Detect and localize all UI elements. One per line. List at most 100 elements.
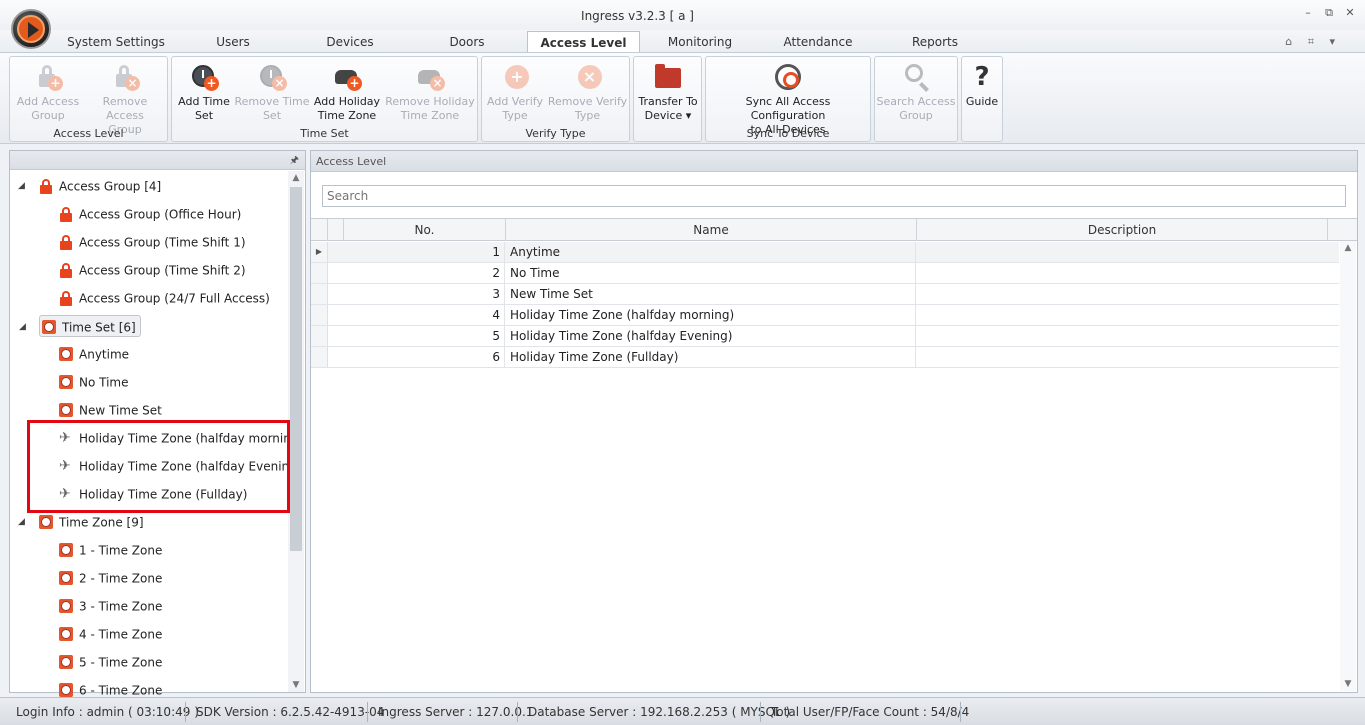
button-label: Remove Time xyxy=(234,95,310,108)
tree-item[interactable]: Access Group (Time Shift 2) xyxy=(59,259,246,281)
x-circle-icon: × xyxy=(573,62,603,92)
row-selector[interactable] xyxy=(311,305,328,325)
tab-reports[interactable]: Reports xyxy=(902,35,968,53)
tree-node-label: Access Group (Office Hour) xyxy=(79,207,242,222)
cell-name: Holiday Time Zone (Fullday) xyxy=(506,347,916,367)
search-input[interactable] xyxy=(322,185,1346,207)
grid-scrollbar[interactable]: ▲ ▼ xyxy=(1340,241,1356,691)
scroll-up-icon[interactable]: ▲ xyxy=(1343,243,1353,253)
row-selector[interactable]: ▶ xyxy=(311,242,328,262)
cell-description xyxy=(917,305,1339,325)
row-selector[interactable] xyxy=(311,347,328,367)
expand-toggle-icon[interactable]: ◢ xyxy=(18,175,25,197)
scroll-up-icon[interactable]: ▲ xyxy=(291,173,301,183)
minimize-button[interactable]: – xyxy=(1301,6,1315,20)
scroll-down-icon[interactable]: ▼ xyxy=(1343,679,1353,689)
expand-toggle-icon[interactable]: ◢ xyxy=(19,316,26,338)
tree-group-node[interactable]: ◢ Access Group [4] xyxy=(18,175,161,197)
column-header-no[interactable]: No. xyxy=(344,219,506,241)
add-access-group-button[interactable]: + Add Access Group xyxy=(12,59,84,129)
row-selector[interactable] xyxy=(311,284,328,304)
add-verify-type-button[interactable]: + Add Verify Type xyxy=(484,59,546,129)
tree-node-label: Access Group (24/7 Full Access) xyxy=(79,291,270,306)
search-access-group-button[interactable]: Search Access Group xyxy=(876,59,956,129)
status-login-info: Login Info : admin ( 03:10:49 ) xyxy=(16,705,199,719)
tree-item[interactable]: 3 - Time Zone xyxy=(59,595,162,617)
tree-scrollbar[interactable]: ▲ ▼ xyxy=(288,171,304,692)
remove-time-set-button[interactable]: × Remove Time Set xyxy=(234,59,310,129)
cell-no: 3 xyxy=(328,284,505,304)
tree-item[interactable]: Anytime xyxy=(59,343,129,365)
tree-node-label: 3 - Time Zone xyxy=(79,599,163,614)
tab-access-level[interactable]: Access Level xyxy=(527,31,640,53)
remove-verify-type-button[interactable]: × Remove Verify Type xyxy=(546,59,629,129)
tree-scroll-thumb[interactable] xyxy=(290,187,302,551)
sync-all-access-configuration-button[interactable]: Sync All Access Configuration to All Dev… xyxy=(708,59,868,136)
expand-toggle-icon[interactable]: ◢ xyxy=(18,511,25,533)
tree-item[interactable]: No Time xyxy=(59,371,129,393)
status-separator xyxy=(185,702,186,722)
status-total-count: Total User/FP/Face Count : 54/8/4 xyxy=(771,705,970,719)
ribbon-group-transfer: Transfer To Device ▾ xyxy=(633,56,702,142)
guide-button[interactable]: ? Guide xyxy=(963,59,1001,129)
table-row[interactable]: 4 Holiday Time Zone (halfday morning) xyxy=(311,305,1339,326)
tab-system-settings[interactable]: System Settings xyxy=(62,35,170,53)
clock-icon xyxy=(59,570,73,586)
transfer-to-device-button[interactable]: Transfer To Device ▾ xyxy=(635,59,701,129)
table-row[interactable]: 2 No Time xyxy=(311,263,1339,284)
cell-no: 2 xyxy=(328,263,505,283)
column-header-description[interactable]: Description xyxy=(917,219,1328,241)
grid-header-spacer xyxy=(328,219,344,241)
cell-description xyxy=(917,326,1339,346)
tree-node-label: Time Set [6] xyxy=(62,320,136,335)
add-holiday-time-zone-button[interactable]: + Add Holiday Time Zone xyxy=(311,59,383,129)
clock-icon xyxy=(39,514,53,530)
tree-group-node[interactable]: ◢ Time Set [6] xyxy=(19,315,141,337)
car-remove-icon: × xyxy=(415,62,445,92)
close-button[interactable]: ✕ xyxy=(1343,6,1357,20)
tree-group-node[interactable]: ◢ Time Zone [9] xyxy=(18,511,144,533)
tree-item[interactable]: Access Group (Office Hour) xyxy=(59,203,241,225)
tab-doors[interactable]: Doors xyxy=(436,35,498,53)
lock-icon xyxy=(59,234,73,250)
tree-item[interactable]: 1 - Time Zone xyxy=(59,539,162,561)
table-row[interactable]: 3 New Time Set xyxy=(311,284,1339,305)
button-label: Transfer To xyxy=(638,95,698,108)
tree-item[interactable]: New Time Set xyxy=(59,399,162,421)
table-row[interactable]: ▶ 1 Anytime xyxy=(311,242,1339,263)
tree-item[interactable]: 5 - Time Zone xyxy=(59,651,162,673)
button-label: Set xyxy=(194,109,214,122)
status-bar: Login Info : admin ( 03:10:49 ) SDK Vers… xyxy=(0,697,1365,725)
ribbon-options-icon[interactable]: ⌂ ⌗ ▾ xyxy=(1285,35,1341,49)
row-selector[interactable] xyxy=(311,263,328,283)
button-label: Type xyxy=(574,109,601,122)
clock-remove-icon: × xyxy=(257,62,287,92)
tab-monitoring[interactable]: Monitoring xyxy=(660,35,740,53)
row-selector[interactable] xyxy=(311,326,328,346)
tree-item[interactable]: 2 - Time Zone xyxy=(59,567,162,589)
ribbon-group-time-set: + Add Time Set × Remove Time Set + Add H… xyxy=(171,56,478,142)
annotation-highlight-box xyxy=(27,420,290,513)
status-separator xyxy=(760,702,761,722)
pin-icon[interactable]: 🖈 xyxy=(290,153,299,170)
tree-item[interactable]: 4 - Time Zone xyxy=(59,623,162,645)
app-logo-icon[interactable] xyxy=(11,9,51,49)
tree-node-label: 4 - Time Zone xyxy=(79,627,163,642)
restore-button[interactable]: ⧉ xyxy=(1322,6,1336,20)
clock-icon xyxy=(59,626,73,642)
scroll-down-icon[interactable]: ▼ xyxy=(291,680,301,690)
table-row[interactable]: 6 Holiday Time Zone (Fullday) xyxy=(311,347,1339,368)
remove-access-group-button[interactable]: × Remove Access Group xyxy=(83,59,167,136)
tab-users[interactable]: Users xyxy=(198,35,268,53)
tree-node-label: 2 - Time Zone xyxy=(79,571,163,586)
table-row[interactable]: 5 Holiday Time Zone (halfday Evening) xyxy=(311,326,1339,347)
tree-item[interactable]: Access Group (24/7 Full Access) xyxy=(59,287,270,309)
button-label: Group xyxy=(899,109,933,122)
add-time-set-button[interactable]: + Add Time Set xyxy=(174,59,234,129)
tree-item[interactable]: Access Group (Time Shift 1) xyxy=(59,231,246,253)
remove-holiday-time-zone-button[interactable]: × Remove Holiday Time Zone xyxy=(383,59,477,129)
column-header-name[interactable]: Name xyxy=(506,219,917,241)
status-separator xyxy=(960,702,961,722)
tab-attendance[interactable]: Attendance xyxy=(776,35,860,53)
tab-devices[interactable]: Devices xyxy=(312,35,388,53)
